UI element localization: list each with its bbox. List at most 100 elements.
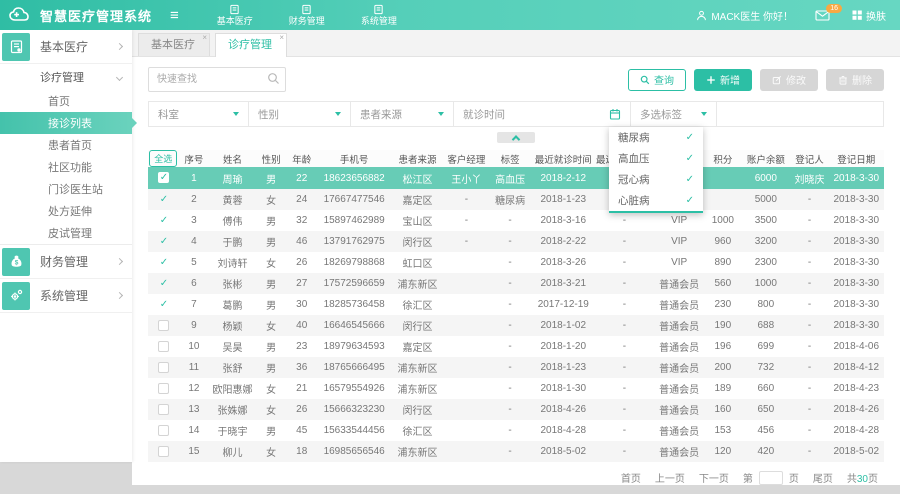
tag-option[interactable]: 心脏病 ✓ (609, 190, 703, 211)
table-row[interactable]: 5 刘诗轩 女 26 18269798868 虹口区 - 2018-3-26 -… (148, 252, 884, 273)
patient-source-select-label: 患者来源 (360, 107, 402, 122)
sidebar-menu-item[interactable]: 门诊医生站 (0, 178, 132, 200)
cell-points: 230 (705, 294, 741, 315)
cell-name: 杨颖 (209, 315, 256, 336)
table-row[interactable]: 12 欧阳惠娜 女 21 16579554926 浦东新区 - 2018-1-3… (148, 378, 884, 399)
cell-age: 26 (286, 252, 317, 273)
table-row[interactable]: 15 柳儿 女 18 16985656546 浦东新区 - 2018-5-02 … (148, 441, 884, 462)
row-checkbox[interactable] (158, 425, 169, 436)
search-input[interactable] (148, 67, 286, 92)
cell-source: 徐汇区 (391, 420, 443, 441)
sidebar-menu-item[interactable]: 处方延伸 (0, 200, 132, 222)
query-label: 查询 (654, 72, 674, 87)
row-checkbox[interactable] (158, 257, 169, 268)
table-row[interactable]: 4 于鹏 男 46 13791762975 闵行区 - - 2018-2-22 … (148, 231, 884, 252)
sidebar-section-finance[interactable]: $ 财务管理 (0, 245, 132, 279)
select-all-checkbox[interactable]: 全选 (149, 150, 177, 167)
table-row[interactable]: 13 张姝娜 女 26 15666323230 闵行区 - 2018-4-26 … (148, 399, 884, 420)
add-button[interactable]: 新增 (694, 69, 752, 91)
cell-points: 1000 (705, 210, 741, 231)
last-page-button[interactable]: 尾页 (813, 470, 833, 485)
user-greeting[interactable]: MACK医生 你好！ (696, 8, 793, 23)
tab-close-icon[interactable]: × (202, 34, 207, 42)
sidebar-section-system[interactable]: 系统管理 (0, 279, 132, 313)
multi-tag-select[interactable]: 多选标签 (631, 102, 717, 126)
notifications-button[interactable]: 16 (815, 10, 830, 21)
cell-gender: 男 (256, 294, 287, 315)
tag-option[interactable]: 糖尿病 ✓ (609, 127, 703, 148)
first-page-button[interactable]: 首页 (621, 470, 641, 485)
cell-registrar: 刘晓庆 (791, 167, 829, 189)
content-tab[interactable]: 基本医疗 × (138, 33, 210, 56)
cell-balance: 456 (741, 420, 791, 441)
table-row[interactable]: 1 周瑜 男 22 18623656882 松江区 王小丫 高血压 2018-2… (148, 167, 884, 189)
row-checkbox[interactable] (158, 341, 169, 352)
row-checkbox[interactable] (158, 362, 169, 373)
cell-last-visit: 2018-3-16 (531, 210, 595, 231)
delete-button[interactable]: 删除 (826, 69, 884, 91)
row-checkbox[interactable] (158, 404, 169, 415)
cell-source: 宝山区 (391, 210, 443, 231)
edit-button[interactable]: 修改 (760, 69, 818, 91)
page-number-input[interactable] (759, 471, 783, 485)
collapse-filters-button[interactable] (497, 132, 535, 143)
table-row[interactable]: 7 葛鹏 男 30 18285736458 徐汇区 - 2017-12-19 -… (148, 294, 884, 315)
chevron-right-icon (116, 258, 123, 265)
sidebar-menu-item[interactable]: 患者首页 (0, 134, 132, 156)
content-tab[interactable]: 诊疗管理 × (215, 33, 287, 57)
table-row[interactable]: 10 吴昊 男 23 18979634593 嘉定区 - 2018-1-20 -… (148, 336, 884, 357)
department-select[interactable]: 科室 (149, 102, 249, 126)
row-checkbox[interactable] (158, 236, 169, 247)
cell-registrar: - (791, 357, 829, 378)
cell-age: 21 (286, 378, 317, 399)
top-nav-item[interactable]: 财务管理 (289, 4, 325, 26)
cell-last-visit: 2018-5-02 (531, 441, 595, 462)
row-checkbox[interactable] (158, 215, 169, 226)
row-checkbox[interactable] (158, 446, 169, 457)
sidebar-menu-item[interactable]: 皮试管理 (0, 222, 132, 244)
hamburger-menu-icon[interactable]: ≡ (170, 8, 179, 23)
row-checkbox[interactable] (158, 278, 169, 289)
sidebar-menu-item[interactable]: 首页 (0, 90, 132, 112)
tag-option[interactable]: 冠心病 ✓ (609, 169, 703, 190)
change-skin-button[interactable]: 换肤 (852, 8, 886, 23)
cell-tag: - (489, 294, 531, 315)
tag-option-label: 高血压 (618, 151, 650, 166)
row-checkbox[interactable] (158, 194, 169, 205)
next-page-button[interactable]: 下一页 (699, 470, 729, 485)
top-nav-item[interactable]: 系统管理 (361, 4, 397, 26)
top-nav-item[interactable]: 基本医疗 (217, 4, 253, 26)
cell-last-visit: 2018-1-20 (531, 336, 595, 357)
sidebar-submenu-treatment-mgmt[interactable]: 诊疗管理 (0, 64, 132, 90)
row-checkbox[interactable] (158, 320, 169, 331)
cell-name: 刘诗轩 (209, 252, 256, 273)
cell-points: 960 (705, 231, 741, 252)
table-row[interactable]: 11 张舒 男 36 18765666495 浦东新区 - 2018-1-23 … (148, 357, 884, 378)
table-row[interactable]: 3 傅伟 男 32 15897462989 宝山区 - - 2018-3-16 … (148, 210, 884, 231)
row-checkbox[interactable] (158, 299, 169, 310)
cell-gender: 男 (256, 210, 287, 231)
cell-name: 葛鹏 (209, 294, 256, 315)
cell-tag: - (489, 420, 531, 441)
row-checkbox[interactable] (158, 383, 169, 394)
tab-close-icon[interactable]: × (279, 34, 284, 42)
total-pages-label: 共30页 (847, 470, 878, 485)
visit-time-picker[interactable]: 就诊时间 (454, 102, 631, 126)
sidebar-menu-item[interactable]: 社区功能 (0, 156, 132, 178)
cell-source: 嘉定区 (391, 189, 443, 210)
sidebar-section-basic-medical[interactable]: 基本医疗 (0, 30, 132, 64)
patient-source-select[interactable]: 患者来源 (351, 102, 454, 126)
sidebar-menu-item[interactable]: 接诊列表 (0, 112, 132, 134)
prev-page-button[interactable]: 上一页 (655, 470, 685, 485)
table-row[interactable]: 9 杨颖 女 40 16646545666 闵行区 - 2018-1-02 - … (148, 315, 884, 336)
row-checkbox[interactable] (158, 172, 169, 183)
cell-doctor: - (595, 210, 653, 231)
tag-option[interactable]: 高血压 ✓ (609, 148, 703, 169)
query-button[interactable]: 查询 (628, 69, 686, 91)
table-row[interactable]: 2 黄蓉 女 24 17667477546 嘉定区 - 糖尿病 2018-1-2… (148, 189, 884, 210)
gender-select[interactable]: 性别 (249, 102, 351, 126)
table-row[interactable]: 14 于晓宇 男 45 15633544456 徐汇区 - 2018-4-28 … (148, 420, 884, 441)
cell-index: 1 (179, 167, 210, 189)
table-row[interactable]: 6 张彬 男 27 17572596659 浦东新区 - 2018-3-21 -… (148, 273, 884, 294)
cell-manager (444, 357, 489, 378)
